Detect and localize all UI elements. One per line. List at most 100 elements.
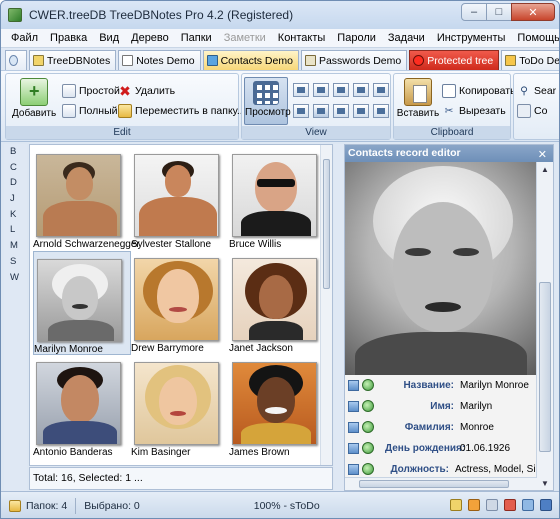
view-mode-thumbnails[interactable] — [313, 104, 329, 118]
field-value[interactable]: Actress, Model, Sin — [455, 464, 537, 475]
tab-protected-tree[interactable]: Protected tree — [409, 50, 500, 70]
pen-icon[interactable] — [486, 499, 498, 511]
alpha-letter[interactable]: B — [4, 144, 27, 160]
todo-icon — [505, 55, 517, 66]
add-icon[interactable] — [468, 499, 480, 511]
paste-icon — [404, 78, 432, 106]
contact-photo — [232, 154, 317, 237]
title-bar: CWER.treeDB TreeDBNotes Pro 4.2 (Registe… — [1, 1, 559, 29]
alpha-letter[interactable]: L — [4, 222, 27, 238]
menu-contacts[interactable]: Контакты — [272, 32, 332, 44]
field-value[interactable]: Monroe — [460, 422, 494, 433]
menu-notes[interactable]: Заметки — [218, 32, 272, 44]
view-mode-large-icons[interactable] — [293, 83, 309, 97]
thumbnail-scrollbar[interactable] — [320, 145, 332, 465]
field-type-icon[interactable] — [348, 421, 359, 433]
simple-add-button[interactable]: Простой — [62, 82, 120, 99]
maximize-button[interactable]: □ — [486, 3, 512, 21]
view-mode-photos[interactable] — [333, 104, 349, 118]
view-mode-details[interactable] — [353, 83, 369, 97]
view-mode-tiles[interactable] — [373, 83, 389, 97]
scroll-thumb[interactable] — [359, 480, 509, 488]
contacts-icon — [206, 55, 218, 66]
field-value[interactable]: 01.06.1926 — [460, 443, 510, 454]
menu-tree[interactable]: Дерево — [125, 32, 175, 44]
contact-card[interactable]: James Brown — [229, 355, 327, 459]
contact-card[interactable]: Janet Jackson — [229, 251, 327, 355]
menu-tools[interactable]: Инструменты — [431, 32, 512, 44]
preview-button[interactable]: Просмотр — [244, 77, 291, 125]
field-type-icon[interactable] — [348, 379, 359, 391]
field-lookup-icon[interactable] — [362, 442, 374, 454]
view-mode-cards[interactable] — [293, 104, 309, 118]
field-value[interactable]: Marilyn — [460, 401, 492, 412]
alphabet-index: B C D J K L M S W — [4, 144, 27, 491]
cut-button[interactable]: ✂ Вырезать — [442, 102, 506, 119]
contact-name: Kim Basinger — [131, 447, 191, 458]
scroll-thumb[interactable] — [323, 159, 330, 289]
field-row-birthday: День рождения: 01.06.1926 — [345, 438, 537, 458]
contact-card[interactable]: Bruce Willis — [229, 147, 327, 251]
contact-card[interactable]: Kim Basinger — [131, 355, 229, 459]
menu-help[interactable]: Помощь — [511, 32, 559, 44]
field-lookup-icon[interactable] — [362, 463, 374, 475]
clipboard-group: Вставить Копировать ✂ Вырезать Clipboard — [393, 73, 516, 140]
minimize-button[interactable]: – — [461, 3, 487, 21]
editor-horizontal-scrollbar[interactable] — [345, 477, 537, 490]
tasks-icon[interactable] — [540, 499, 552, 511]
contact-card[interactable]: Antonio Banderas — [33, 355, 131, 459]
add-button[interactable]: + Добавить — [12, 78, 56, 119]
tab-treedbnotes[interactable]: TreeDBNotes — [29, 50, 117, 70]
field-type-icon[interactable] — [348, 442, 359, 454]
contact-card[interactable]: Drew Barrymore — [131, 251, 229, 355]
menu-tasks[interactable]: Задачи — [382, 32, 431, 44]
view-mode-table[interactable] — [373, 104, 389, 118]
menu-file[interactable]: Файл — [5, 32, 44, 44]
editor-vertical-scrollbar[interactable]: ▲ ▼ — [536, 162, 553, 490]
field-type-icon[interactable] — [348, 463, 359, 475]
field-lookup-icon[interactable] — [362, 379, 374, 391]
alpha-letter[interactable]: C — [4, 160, 27, 176]
tab-contacts-demo[interactable]: Contacts Demo — [202, 50, 299, 70]
view-mode-list[interactable] — [333, 83, 349, 97]
alpha-letter[interactable]: K — [4, 207, 27, 223]
scroll-thumb[interactable] — [539, 282, 551, 452]
calendar-icon[interactable] — [504, 499, 516, 511]
menu-passwords[interactable]: Пароли — [331, 32, 382, 44]
back-tab-button[interactable] — [5, 50, 27, 70]
copy-button[interactable]: Копировать — [442, 82, 516, 99]
alpha-letter[interactable]: D — [4, 175, 27, 191]
menu-folders[interactable]: Папки — [175, 32, 218, 44]
close-button[interactable]: ✕ — [511, 3, 555, 21]
view-mode-gallery[interactable] — [353, 104, 369, 118]
search-options-button[interactable]: Co — [517, 102, 547, 119]
alpha-letter[interactable]: W — [4, 270, 27, 286]
move-to-folder-button[interactable]: Переместить в папку... — [118, 102, 246, 119]
menu-view[interactable]: Вид — [93, 32, 125, 44]
alpha-letter[interactable]: S — [4, 254, 27, 270]
tab-passwords-demo[interactable]: Passwords Demo — [300, 50, 408, 70]
alpha-letter[interactable]: M — [4, 238, 27, 254]
pane-splitter[interactable] — [334, 144, 344, 491]
search-button[interactable]: ⚲ Sear — [517, 82, 556, 99]
edit-group-label: Edit — [6, 126, 238, 139]
contact-card[interactable]: Arnold Schwarzenegger — [33, 147, 140, 251]
contact-card-selected[interactable]: Marilyn Monroe — [33, 251, 131, 355]
alpha-letter[interactable]: J — [4, 191, 27, 207]
scroll-down-icon[interactable]: ▼ — [539, 478, 551, 490]
mail-icon[interactable] — [450, 499, 462, 511]
view-mode-small-icons[interactable] — [313, 83, 329, 97]
paste-button[interactable]: Вставить — [396, 78, 440, 119]
tab-notes-demo[interactable]: Notes Demo — [118, 50, 201, 70]
scroll-up-icon[interactable]: ▲ — [539, 164, 551, 176]
delete-button[interactable]: ✖ Удалить — [118, 82, 175, 99]
field-lookup-icon[interactable] — [362, 400, 374, 412]
field-type-icon[interactable] — [348, 400, 359, 412]
field-value[interactable]: Marilyn Monroe — [460, 380, 529, 391]
tab-todo-demo[interactable]: ToDo Dem — [501, 50, 559, 70]
field-lookup-icon[interactable] — [362, 421, 374, 433]
contact-card[interactable]: Sylvester Stallone — [131, 147, 229, 251]
full-add-button[interactable]: Полный — [62, 102, 118, 119]
note-icon[interactable] — [522, 499, 534, 511]
menu-edit[interactable]: Правка — [44, 32, 93, 44]
